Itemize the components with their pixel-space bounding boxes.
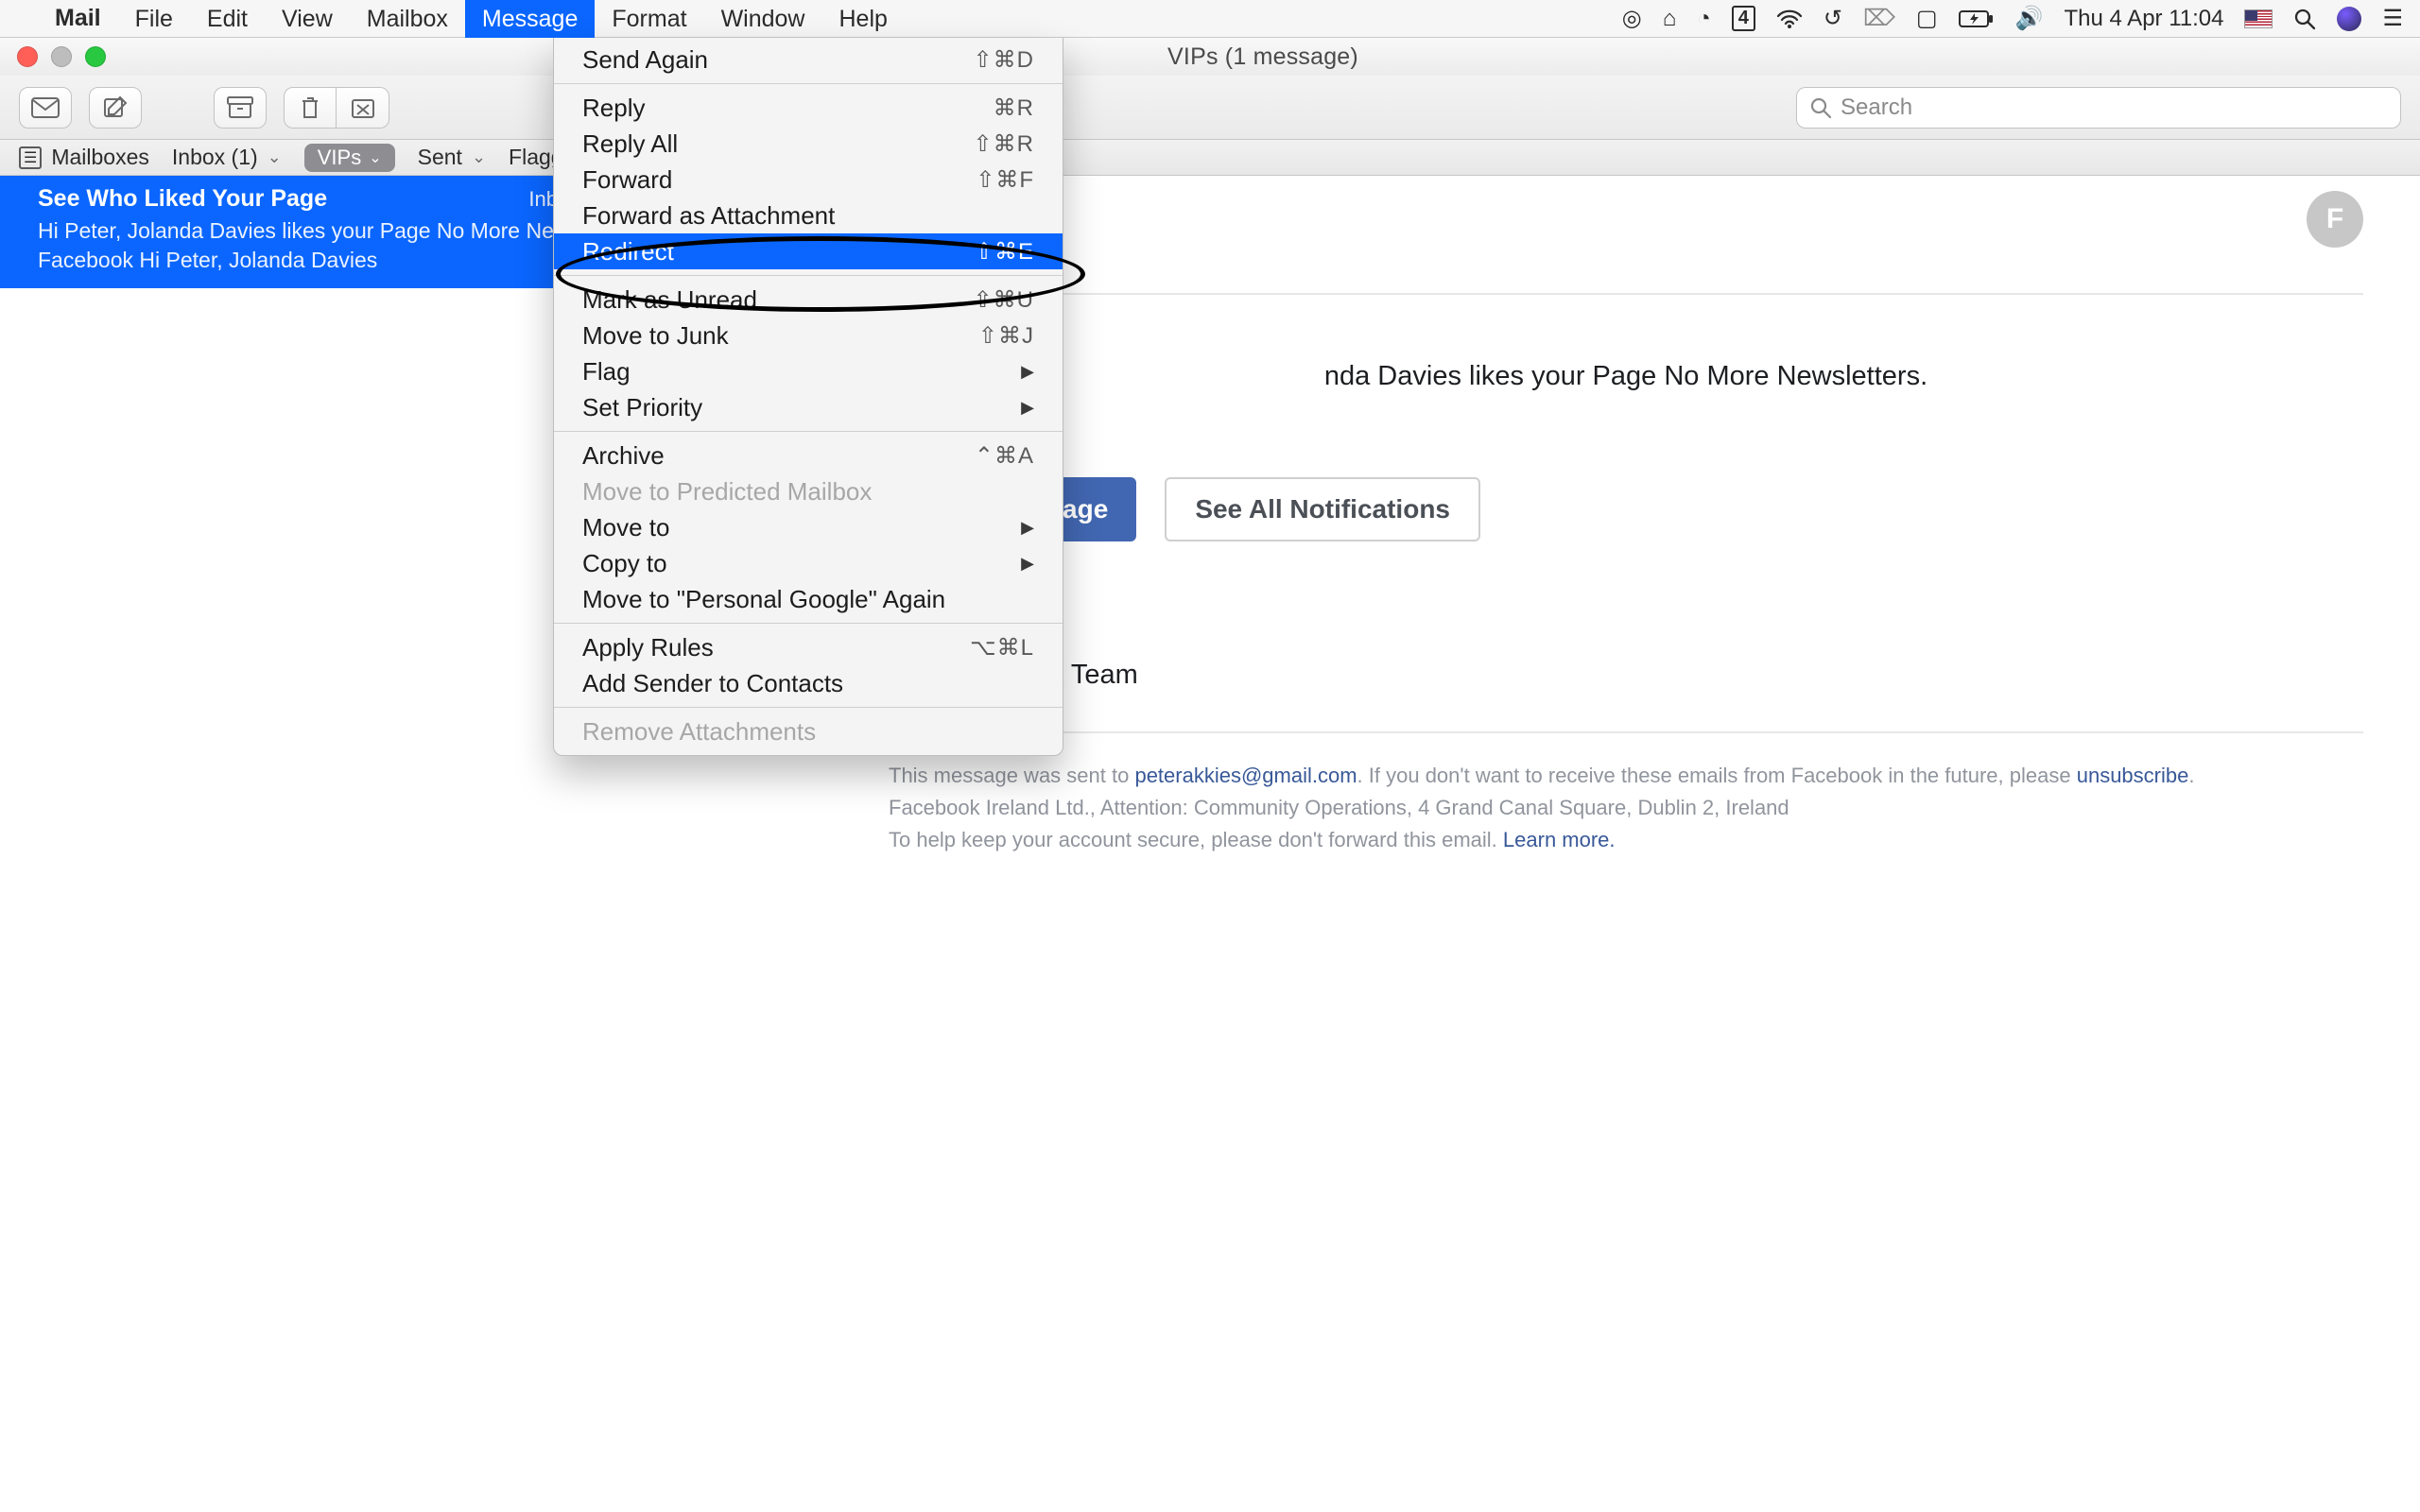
email-thanks: Thanks, bbox=[889, 617, 2363, 656]
menu-reply[interactable]: Reply⌘R bbox=[554, 90, 1063, 126]
menu-flag[interactable]: Flag▶ bbox=[554, 353, 1063, 389]
unsubscribe-link[interactable]: unsubscribe bbox=[2077, 764, 2189, 787]
spotlight-icon[interactable] bbox=[2293, 8, 2316, 30]
fav-vips[interactable]: VIPs⌄ bbox=[304, 144, 395, 172]
minimize-window-button[interactable] bbox=[51, 46, 72, 67]
onepassword-icon[interactable]: ◎ bbox=[1622, 5, 1642, 32]
menu-message[interactable]: Message bbox=[465, 0, 595, 38]
footer-email-link[interactable]: peterakkies@gmail.com bbox=[1134, 764, 1357, 787]
email-lead-text: nda Davies likes your Page No More Newsl… bbox=[889, 352, 2363, 477]
menu-move-to[interactable]: Move to▶ bbox=[554, 509, 1063, 545]
wifi-icon[interactable] bbox=[1776, 9, 1803, 29]
window-title: VIPs (1 message) bbox=[106, 43, 2420, 71]
menu-send-again[interactable]: Send Again⇧⌘D bbox=[554, 42, 1063, 77]
menu-move-again[interactable]: Move to "Personal Google" Again bbox=[554, 581, 1063, 617]
menu-forward[interactable]: Forward⇧⌘F bbox=[554, 162, 1063, 198]
menu-add-sender[interactable]: Add Sender to Contacts bbox=[554, 665, 1063, 701]
search-field[interactable]: Search bbox=[1796, 87, 2401, 129]
menu-file[interactable]: File bbox=[118, 0, 190, 38]
message-subject: See Who Liked Your Page bbox=[38, 185, 327, 213]
clock-icon[interactable]: ◔ bbox=[1697, 6, 1711, 32]
delete-button[interactable] bbox=[284, 87, 337, 129]
menu-move-predicted: Move to Predicted Mailbox bbox=[554, 473, 1063, 509]
message-menu-dropdown: Send Again⇧⌘D Reply⌘R Reply All⇧⌘R Forwa… bbox=[553, 38, 1063, 756]
siri-icon[interactable] bbox=[2337, 7, 2361, 31]
fav-sent[interactable]: Sent⌄ bbox=[418, 145, 486, 170]
learn-more-link[interactable]: Learn more. bbox=[1503, 828, 1616, 851]
delete-group bbox=[284, 87, 389, 129]
compose-button[interactable] bbox=[89, 87, 142, 129]
fav-inbox[interactable]: Inbox (1)⌄ bbox=[172, 145, 282, 170]
zoom-window-button[interactable] bbox=[85, 46, 106, 67]
menu-set-priority[interactable]: Set Priority▶ bbox=[554, 389, 1063, 425]
bluetooth-icon[interactable]: ⌦ bbox=[1863, 5, 1895, 32]
email-signature: The Facebook Team bbox=[889, 656, 2363, 695]
show-mailboxes-button[interactable]: ☰Mailboxes bbox=[19, 145, 149, 170]
junk-button[interactable] bbox=[337, 87, 389, 129]
menu-window[interactable]: Window bbox=[704, 0, 822, 38]
menu-archive[interactable]: Archive⌃⌘A bbox=[554, 438, 1063, 473]
menu-copy-to[interactable]: Copy to▶ bbox=[554, 545, 1063, 581]
airplay-icon[interactable]: ▢ bbox=[1916, 5, 1938, 32]
input-source-flag-icon[interactable] bbox=[2244, 9, 2273, 28]
menu-format[interactable]: Format bbox=[595, 0, 703, 38]
search-placeholder: Search bbox=[1841, 94, 1912, 121]
window-controls bbox=[0, 46, 106, 67]
volume-icon[interactable]: 🔊 bbox=[2015, 5, 2044, 32]
macos-menubar: Mail File Edit View Mailbox Message Form… bbox=[0, 0, 2420, 38]
vpn-icon[interactable]: ⌂ bbox=[1663, 6, 1677, 32]
close-window-button[interactable] bbox=[17, 46, 38, 67]
menu-help[interactable]: Help bbox=[821, 0, 904, 38]
menu-redirect[interactable]: Redirect⇧⌘E bbox=[554, 233, 1063, 269]
divider bbox=[889, 293, 2363, 295]
email-footer: This message was sent to peterakkies@gma… bbox=[889, 731, 2363, 856]
menu-view[interactable]: View bbox=[265, 0, 350, 38]
calendar-icon[interactable]: 4 bbox=[1732, 6, 1755, 31]
clock-text[interactable]: Thu 4 Apr 11:04 bbox=[2064, 6, 2223, 32]
timemachine-icon[interactable]: ↺ bbox=[1824, 5, 1842, 32]
menu-mailbox[interactable]: Mailbox bbox=[350, 0, 465, 38]
get-mail-button[interactable] bbox=[19, 87, 72, 129]
facebook-logo: book bbox=[889, 214, 2363, 261]
archive-button[interactable] bbox=[214, 87, 267, 129]
menu-reply-all[interactable]: Reply All⇧⌘R bbox=[554, 126, 1063, 162]
mail-toolbar: Search bbox=[0, 76, 2420, 140]
window-titlebar: VIPs (1 message) bbox=[0, 38, 2420, 76]
search-icon bbox=[1810, 97, 1831, 118]
menu-forward-attachment[interactable]: Forward as Attachment bbox=[554, 198, 1063, 233]
menu-mark-unread[interactable]: Mark as Unread⇧⌘U bbox=[554, 282, 1063, 318]
see-all-notifications-button[interactable]: See All Notifications bbox=[1165, 477, 1480, 541]
menu-move-junk[interactable]: Move to Junk⇧⌘J bbox=[554, 318, 1063, 353]
sender-avatar: F bbox=[2307, 191, 2363, 248]
notification-center-icon[interactable]: ☰ bbox=[2382, 5, 2403, 32]
battery-icon[interactable] bbox=[1959, 9, 1995, 28]
favorites-bar: ☰Mailboxes Inbox (1)⌄ VIPs⌄ Sent⌄ Flagge… bbox=[0, 140, 2420, 176]
app-name[interactable]: Mail bbox=[38, 5, 118, 32]
menubar-tray: ◎ ⌂ ◔ 4 ↺ ⌦ ▢ 🔊 Thu 4 Apr 11:04 ☰ bbox=[1622, 5, 2420, 32]
menu-apply-rules[interactable]: Apply Rules⌥⌘L bbox=[554, 629, 1063, 665]
menu-remove-attachments: Remove Attachments bbox=[554, 713, 1063, 749]
menu-edit[interactable]: Edit bbox=[190, 0, 265, 38]
